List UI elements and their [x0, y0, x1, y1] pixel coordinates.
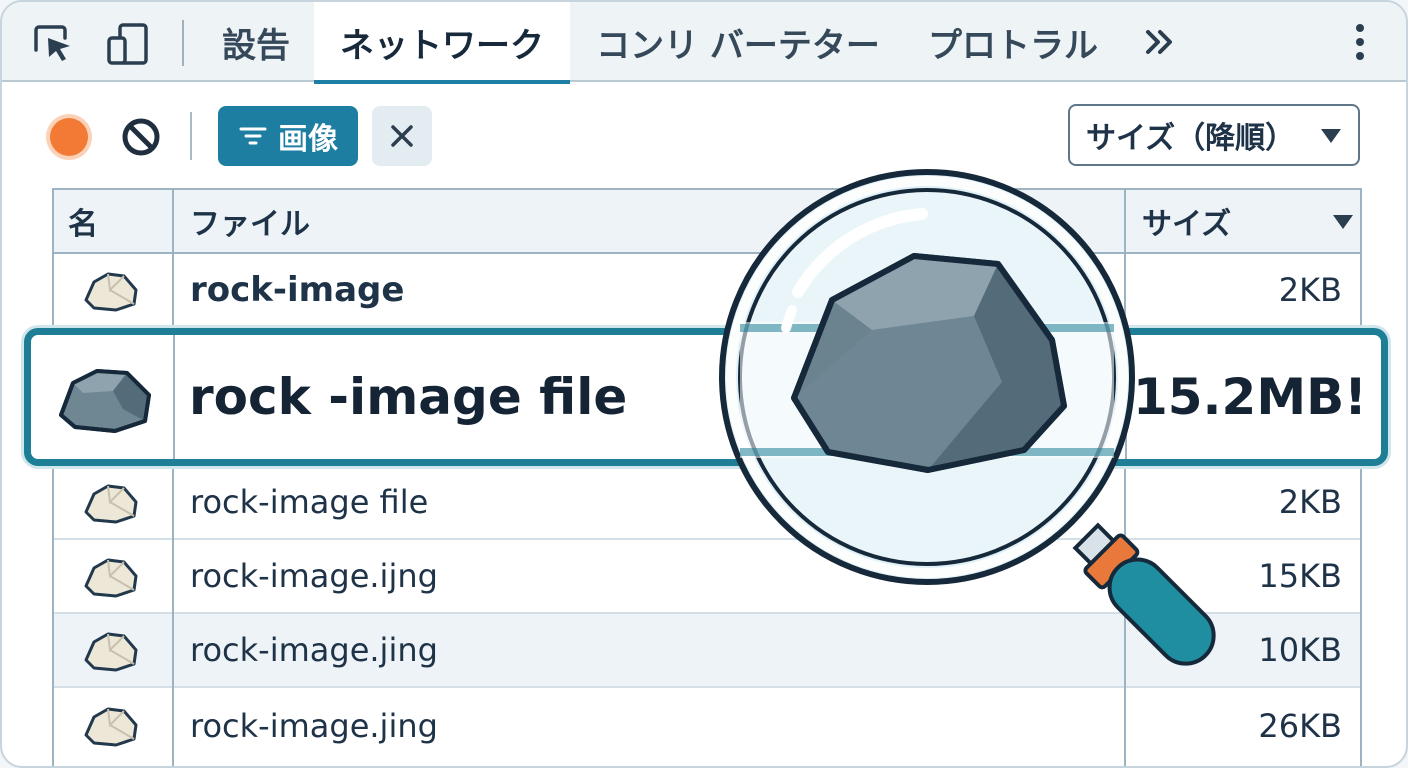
filter-label: 画像	[278, 122, 338, 157]
sort-descending-icon[interactable]	[1332, 214, 1354, 230]
row-file-name: rock-image.jing	[190, 631, 438, 669]
tab-network[interactable]: ネットワーク	[314, 2, 570, 84]
row-file-size: 26KB	[1258, 707, 1342, 745]
rock-thumbnail-icon	[84, 707, 138, 747]
block-icon[interactable]	[120, 116, 162, 158]
kebab-menu-icon[interactable]	[1342, 20, 1378, 64]
row-file-name: rock -image file	[189, 368, 628, 426]
row-file-name: rock-image.jing	[190, 707, 438, 745]
row-file-name: rock-image.ijng	[190, 557, 438, 595]
record-button[interactable]	[50, 118, 88, 156]
tab-bar-divider	[182, 20, 184, 66]
chevron-double-right-icon[interactable]	[1140, 20, 1184, 64]
caret-down-icon	[1321, 129, 1341, 143]
magnifying-glass-icon	[719, 169, 1216, 666]
column-divider	[173, 335, 175, 459]
filter-lines-icon	[239, 127, 267, 145]
cursor-select-icon[interactable]	[30, 22, 74, 66]
device-toggle-icon[interactable]	[106, 22, 150, 66]
row-file-size: 15KB	[1258, 557, 1342, 595]
row-file-name: rock-image	[190, 270, 405, 310]
rock-thumbnail-icon	[84, 558, 138, 598]
header-file[interactable]: ファイル	[190, 190, 310, 252]
tab-console-converter[interactable]: コンリ バーテター	[580, 2, 896, 82]
devtools-tab-bar: 設告 ネットワーク コンリ バーテター プロトラル	[2, 2, 1406, 84]
image-filter-button[interactable]: 画像	[218, 106, 358, 166]
tab-protocol[interactable]: プロトラル	[910, 2, 1116, 82]
clear-filter-button[interactable]	[372, 106, 432, 166]
rock-thumbnail-icon	[84, 484, 138, 524]
rock-thumbnail-icon	[59, 369, 151, 433]
toolbar-divider	[190, 112, 192, 160]
row-file-size: 2KB	[1278, 483, 1342, 521]
rock-thumbnail-icon	[84, 632, 138, 672]
tab-settings[interactable]: 設告	[202, 2, 310, 82]
close-icon	[391, 125, 413, 147]
sort-dropdown-value: サイズ（降順）	[1086, 121, 1296, 156]
row-file-size: 2KB	[1278, 271, 1342, 309]
row-file-size: 10KB	[1258, 631, 1342, 669]
devtools-window: 設告 ネットワーク コンリ バーテター プロトラル 画像 サイズ（降順） 名 フ…	[0, 0, 1408, 768]
row-file-name: rock-image file	[190, 483, 429, 521]
rock-thumbnail-icon	[84, 272, 138, 312]
header-name[interactable]: 名	[68, 190, 98, 252]
column-divider	[172, 190, 174, 766]
